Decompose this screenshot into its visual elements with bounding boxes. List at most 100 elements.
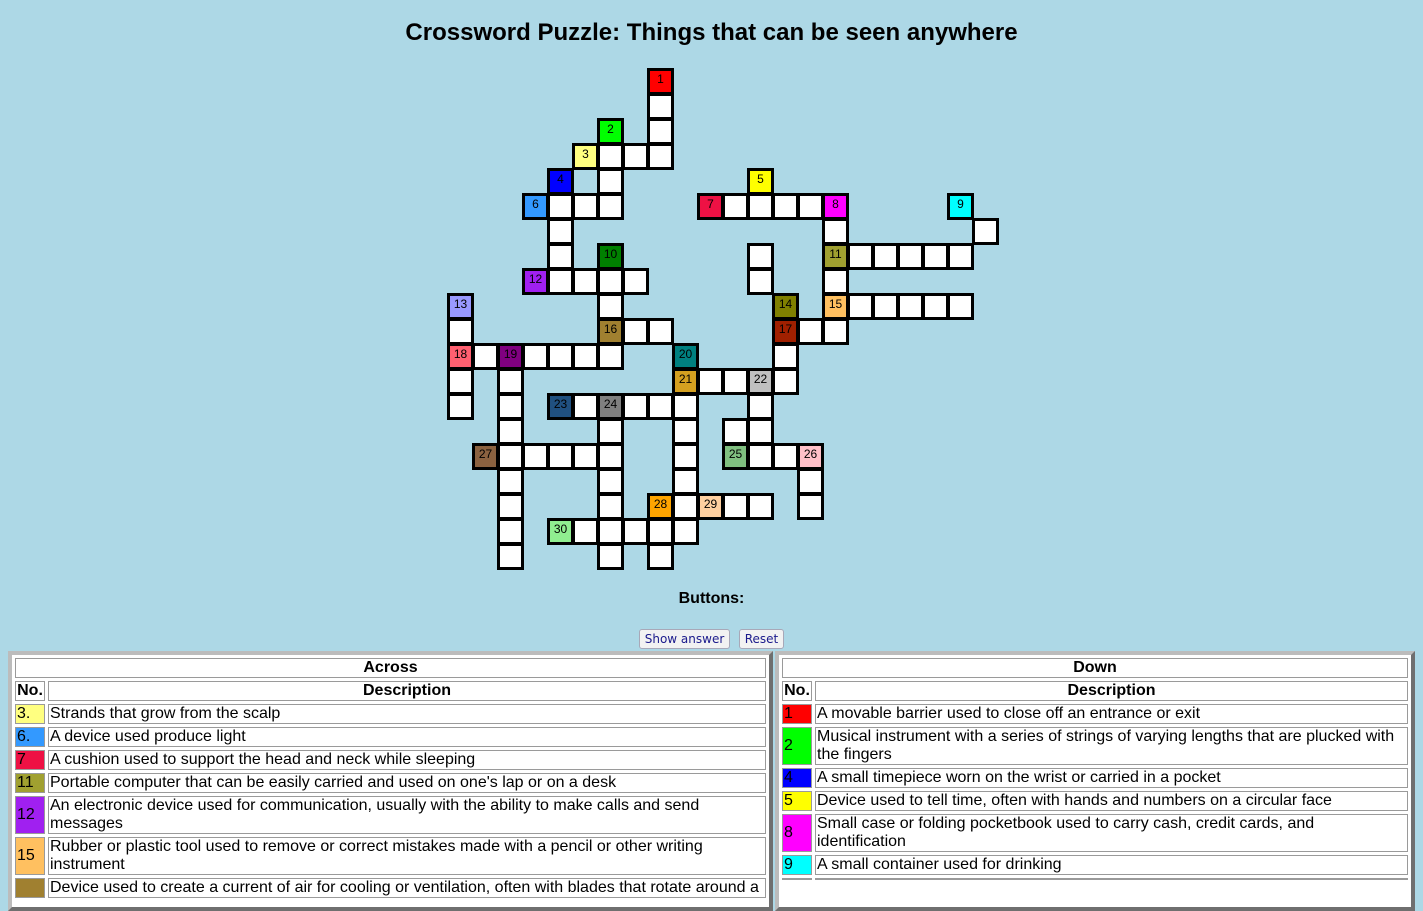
grid-cell[interactable] <box>722 193 749 220</box>
grid-cell[interactable]: 4 <box>547 168 574 195</box>
grid-cell[interactable] <box>797 318 824 345</box>
grid-cell[interactable] <box>497 418 524 445</box>
grid-cell[interactable] <box>572 393 599 420</box>
grid-cell[interactable] <box>847 243 874 270</box>
grid-cell[interactable] <box>872 243 899 270</box>
grid-cell[interactable]: 20 <box>672 343 699 370</box>
grid-cell[interactable] <box>447 393 474 420</box>
grid-cell[interactable]: 17 <box>772 318 799 345</box>
grid-cell[interactable] <box>647 118 674 145</box>
grid-cell[interactable] <box>497 443 524 470</box>
grid-cell[interactable]: 25 <box>722 443 749 470</box>
grid-cell[interactable] <box>947 243 974 270</box>
grid-cell[interactable] <box>597 518 624 545</box>
grid-cell[interactable] <box>722 418 749 445</box>
grid-cell[interactable] <box>597 268 624 295</box>
grid-cell[interactable] <box>647 143 674 170</box>
grid-cell[interactable] <box>772 193 799 220</box>
grid-cell[interactable] <box>747 443 774 470</box>
grid-cell[interactable] <box>497 368 524 395</box>
grid-cell[interactable] <box>647 393 674 420</box>
grid-cell[interactable] <box>747 418 774 445</box>
grid-cell[interactable] <box>597 418 624 445</box>
grid-cell[interactable]: 9 <box>947 193 974 220</box>
grid-cell[interactable] <box>922 293 949 320</box>
grid-cell[interactable]: 30 <box>547 518 574 545</box>
grid-cell[interactable] <box>522 343 549 370</box>
grid-cell[interactable] <box>497 543 524 570</box>
grid-cell[interactable] <box>722 368 749 395</box>
grid-cell[interactable] <box>922 243 949 270</box>
grid-cell[interactable]: 22 <box>747 368 774 395</box>
grid-cell[interactable] <box>772 368 799 395</box>
grid-cell[interactable]: 12 <box>522 268 549 295</box>
grid-cell[interactable] <box>697 368 724 395</box>
grid-cell[interactable] <box>597 293 624 320</box>
grid-cell[interactable] <box>672 518 699 545</box>
grid-cell[interactable] <box>597 343 624 370</box>
grid-cell[interactable] <box>672 493 699 520</box>
grid-cell[interactable] <box>597 168 624 195</box>
grid-cell[interactable] <box>797 493 824 520</box>
grid-cell[interactable] <box>747 193 774 220</box>
grid-cell[interactable] <box>547 218 574 245</box>
grid-cell[interactable]: 14 <box>772 293 799 320</box>
grid-cell[interactable] <box>522 443 549 470</box>
grid-cell[interactable]: 16 <box>597 318 624 345</box>
grid-cell[interactable]: 28 <box>647 493 674 520</box>
grid-cell[interactable] <box>447 368 474 395</box>
grid-cell[interactable] <box>547 443 574 470</box>
grid-cell[interactable]: 1 <box>647 68 674 95</box>
grid-cell[interactable]: 5 <box>747 168 774 195</box>
grid-cell[interactable] <box>747 268 774 295</box>
grid-cell[interactable] <box>572 193 599 220</box>
show-answer-button[interactable]: Show answer <box>638 629 731 649</box>
grid-cell[interactable] <box>547 243 574 270</box>
grid-cell[interactable] <box>597 443 624 470</box>
grid-cell[interactable]: 29 <box>697 493 724 520</box>
grid-cell[interactable] <box>447 318 474 345</box>
grid-cell[interactable] <box>597 468 624 495</box>
grid-cell[interactable] <box>597 543 624 570</box>
grid-cell[interactable] <box>647 318 674 345</box>
grid-cell[interactable] <box>547 268 574 295</box>
grid-cell[interactable] <box>772 343 799 370</box>
grid-cell[interactable] <box>622 268 649 295</box>
grid-cell[interactable] <box>722 493 749 520</box>
grid-cell[interactable] <box>597 143 624 170</box>
grid-cell[interactable] <box>622 393 649 420</box>
grid-cell[interactable] <box>647 518 674 545</box>
grid-cell[interactable]: 21 <box>672 368 699 395</box>
grid-cell[interactable] <box>822 318 849 345</box>
grid-cell[interactable] <box>472 343 499 370</box>
grid-cell[interactable] <box>897 243 924 270</box>
grid-cell[interactable]: 27 <box>472 443 499 470</box>
grid-cell[interactable] <box>547 193 574 220</box>
grid-cell[interactable] <box>797 468 824 495</box>
grid-cell[interactable] <box>972 218 999 245</box>
grid-cell[interactable] <box>647 93 674 120</box>
grid-cell[interactable] <box>497 518 524 545</box>
grid-cell[interactable]: 6 <box>522 193 549 220</box>
grid-cell[interactable]: 7 <box>697 193 724 220</box>
grid-cell[interactable] <box>597 193 624 220</box>
grid-cell[interactable] <box>497 393 524 420</box>
grid-cell[interactable] <box>747 243 774 270</box>
grid-cell[interactable] <box>822 218 849 245</box>
grid-cell[interactable] <box>947 293 974 320</box>
grid-cell[interactable] <box>897 293 924 320</box>
grid-cell[interactable] <box>772 443 799 470</box>
grid-cell[interactable] <box>572 518 599 545</box>
grid-cell[interactable] <box>672 443 699 470</box>
grid-cell[interactable] <box>622 143 649 170</box>
grid-cell[interactable] <box>597 493 624 520</box>
grid-cell[interactable] <box>747 393 774 420</box>
grid-cell[interactable]: 2 <box>597 118 624 145</box>
grid-cell[interactable]: 8 <box>822 193 849 220</box>
grid-cell[interactable] <box>672 468 699 495</box>
grid-cell[interactable]: 11 <box>822 243 849 270</box>
grid-cell[interactable] <box>497 468 524 495</box>
grid-cell[interactable] <box>647 543 674 570</box>
grid-cell[interactable]: 10 <box>597 243 624 270</box>
grid-cell[interactable] <box>572 268 599 295</box>
